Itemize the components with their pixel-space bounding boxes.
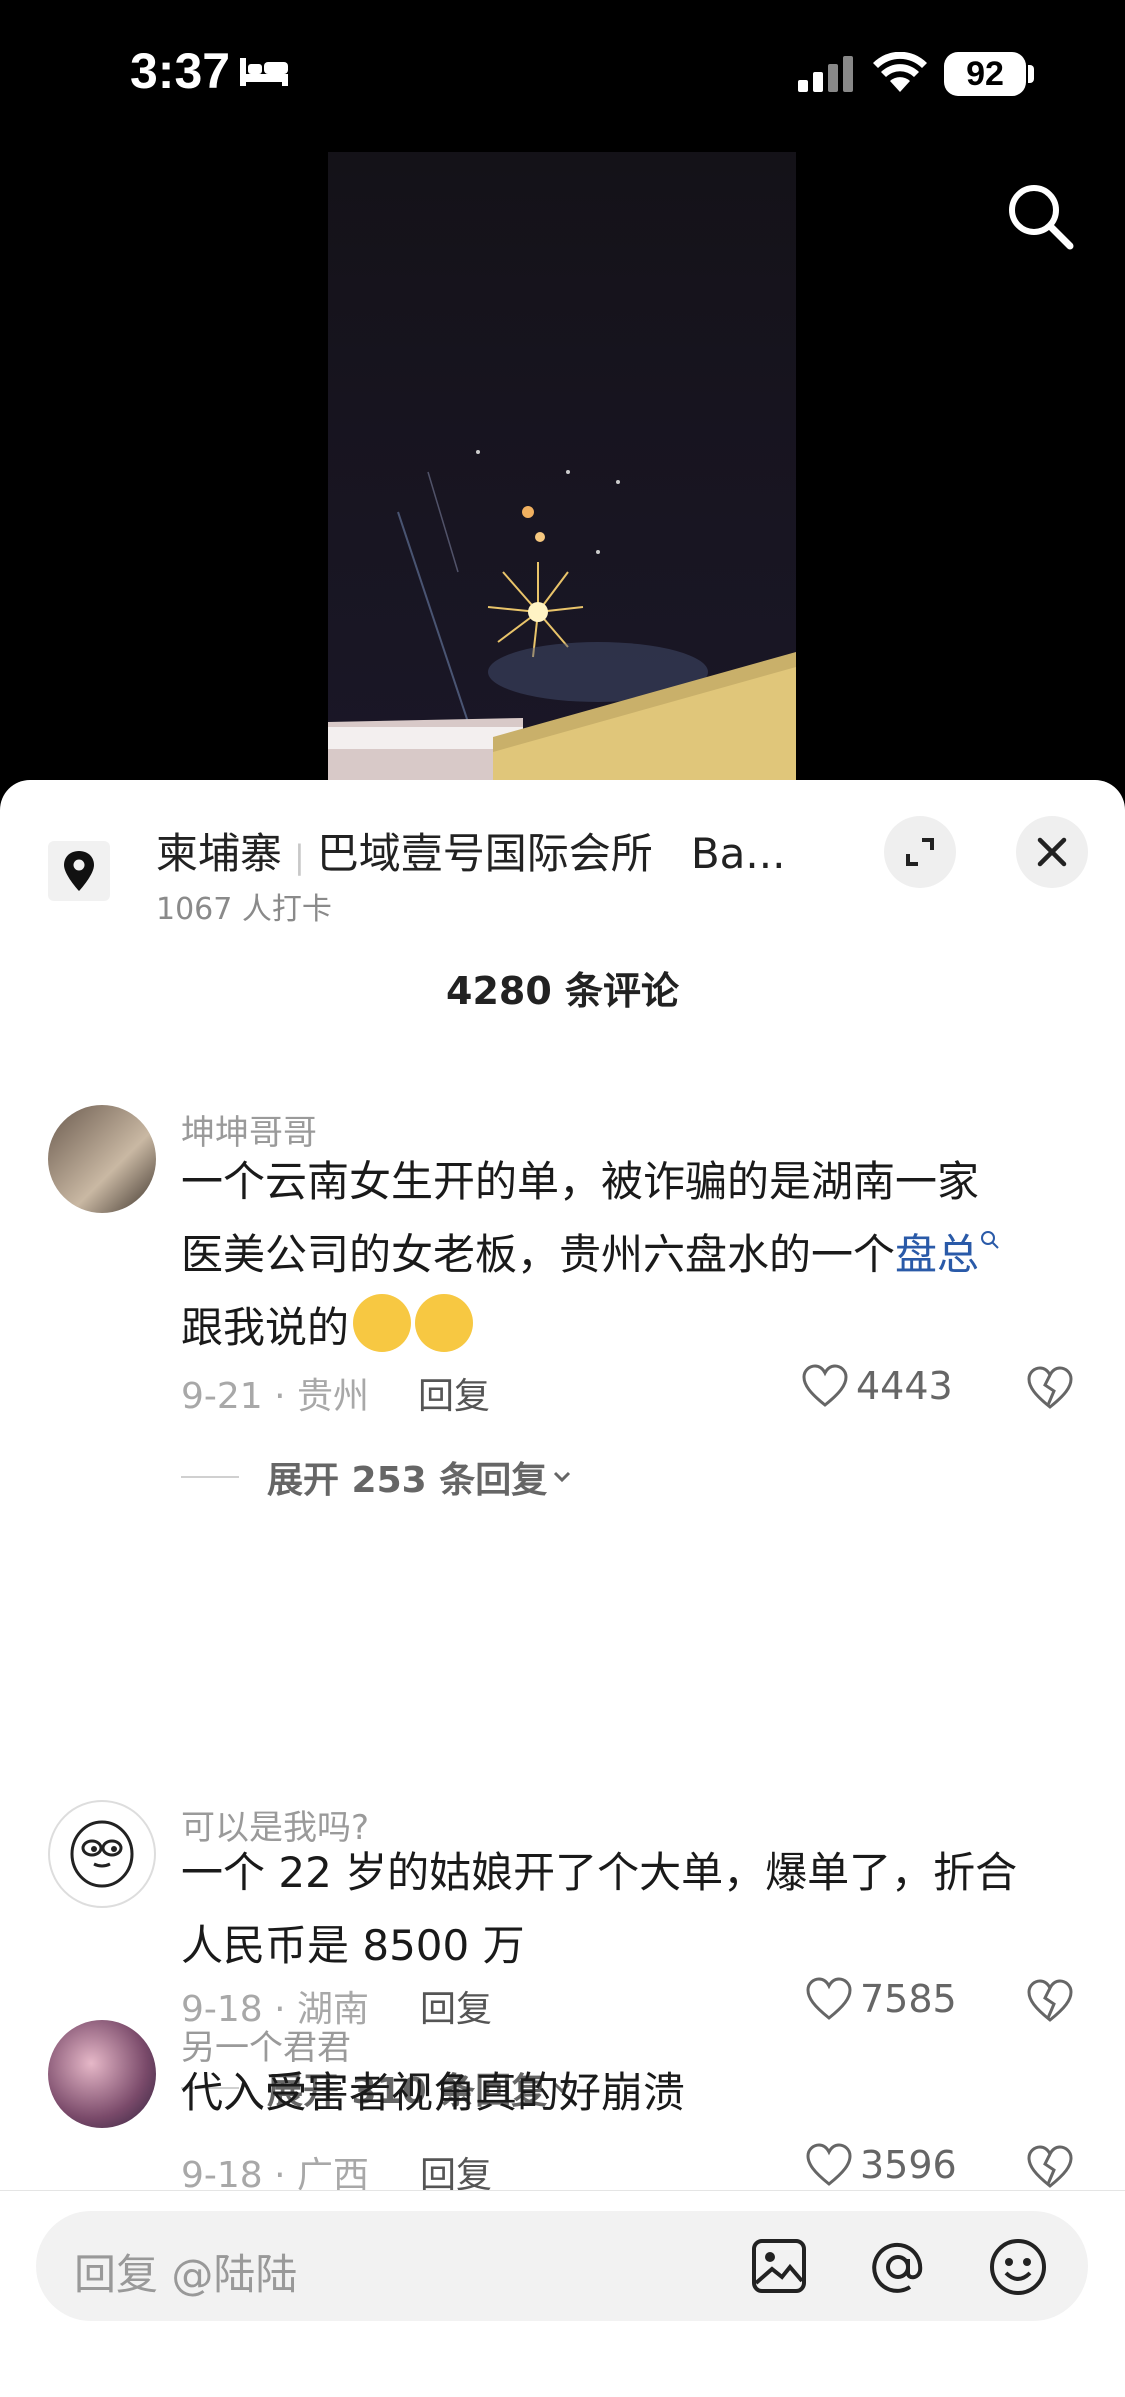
image-icon[interactable] — [748, 2235, 810, 2297]
title-divider: | — [294, 838, 305, 876]
comment-text-line: 一个 22 岁的姑娘开了个大单，爆单了，折合 — [181, 1848, 1018, 1897]
broken-heart-icon[interactable] — [1024, 1978, 1076, 2024]
emoji-icon[interactable] — [986, 2235, 1050, 2299]
heart-icon — [806, 1977, 852, 2020]
status-bar: 3:37 92 — [0, 0, 1125, 150]
heart-icon — [802, 1364, 848, 1407]
like-button[interactable]: 3596 — [804, 2142, 957, 2188]
expand-replies-label: 展开 253 条回复 — [267, 1460, 548, 1501]
avatar[interactable] — [48, 1105, 156, 1213]
video-player[interactable] — [328, 152, 796, 782]
search-icon[interactable] — [979, 1229, 1001, 1251]
expand-replies[interactable]: 展开 253 条回复 — [181, 1451, 577, 1503]
reply-input-bar: 回复 @陆陆 — [0, 2190, 1125, 2397]
reply-button[interactable]: 回复 — [420, 1980, 492, 2032]
close-button[interactable] — [1016, 816, 1088, 888]
at-icon[interactable] — [866, 2235, 930, 2299]
close-icon — [1037, 837, 1067, 867]
thinking-emoji-icon — [415, 1294, 474, 1352]
broken-heart-icon[interactable] — [1024, 2144, 1076, 2190]
comment-text-line: 代入受害者视角真的好崩溃 — [181, 2068, 686, 2117]
location-title[interactable]: 柬埔寨 | 巴域壹号国际会所 Ba... — [156, 820, 785, 881]
signal-icon — [798, 56, 853, 92]
reply-input-placeholder: 回复 @陆陆 — [74, 2250, 298, 2299]
expand-icon — [906, 838, 934, 866]
comment-text-segment: 医美公司的女老板，贵州六盘水的一个 — [181, 1230, 896, 1279]
comment-sheet: 柬埔寨 | 巴域壹号国际会所 Ba... 1067 人打卡 4280 条评论 坤坤哥哥… — [0, 780, 1125, 2396]
battery-tip — [1028, 65, 1034, 83]
comment-meta: 9-21 · 贵州 — [181, 1376, 370, 1417]
search-icon[interactable] — [1004, 180, 1076, 252]
wifi-icon — [873, 52, 927, 92]
location-suffix: Ba... — [690, 829, 786, 878]
location-name: 柬埔寨 — [156, 829, 283, 878]
like-count: 4443 — [856, 1364, 953, 1408]
comment-text-line: 一个云南女生开的单，被诈骗的是湖南一家 — [181, 1157, 980, 1206]
checkin-count: 1067 人打卡 — [156, 892, 332, 927]
heart-icon — [806, 2143, 852, 2186]
location-pin-icon — [48, 841, 110, 901]
expand-button[interactable] — [884, 816, 956, 888]
comment-text-line: 跟我说的 — [181, 1291, 1081, 1364]
comment-count: 4280 条评论 — [446, 969, 679, 1013]
video-frame — [328, 450, 796, 782]
broken-heart-icon[interactable] — [1024, 1365, 1076, 1411]
avatar[interactable] — [48, 2020, 156, 2128]
comment-text: 一个 22 岁的姑娘开了个大单，爆单了，折合 人民币是 8500 万 — [181, 1836, 1081, 1982]
thinking-emoji-icon — [353, 1294, 412, 1352]
comment-text: 代入受害者视角真的好崩溃 — [181, 2056, 1081, 2129]
reply-input[interactable]: 回复 @陆陆 — [36, 2211, 1088, 2321]
comment-text: 一个云南女生开的单，被诈骗的是湖南一家 医美公司的女老板，贵州六盘水的一个盘总 … — [181, 1145, 1081, 1364]
like-button[interactable]: 7585 — [804, 1976, 957, 2022]
keyword-link[interactable]: 盘总 — [895, 1230, 979, 1279]
like-count: 7585 — [860, 1977, 957, 2021]
like-count: 3596 — [860, 2143, 957, 2187]
battery-indicator: 92 — [944, 52, 1026, 96]
divider-line — [181, 1476, 239, 1478]
cartoon-face-icon — [70, 1820, 134, 1888]
comment-text-segment: 跟我说的 — [181, 1303, 350, 1352]
comment-text-line: 人民币是 8500 万 — [181, 1921, 525, 1970]
sleep-icon — [240, 58, 288, 86]
chevron-down-icon — [554, 1471, 571, 1483]
status-time: 3:37 — [130, 43, 231, 99]
location-venue: 巴域壹号国际会所 — [316, 829, 653, 878]
avatar[interactable] — [48, 1800, 156, 1908]
reply-button[interactable]: 回复 — [418, 1367, 490, 1419]
like-button[interactable]: 4443 — [800, 1363, 953, 1409]
comment-text-line: 医美公司的女老板，贵州六盘水的一个盘总 — [181, 1218, 1081, 1291]
